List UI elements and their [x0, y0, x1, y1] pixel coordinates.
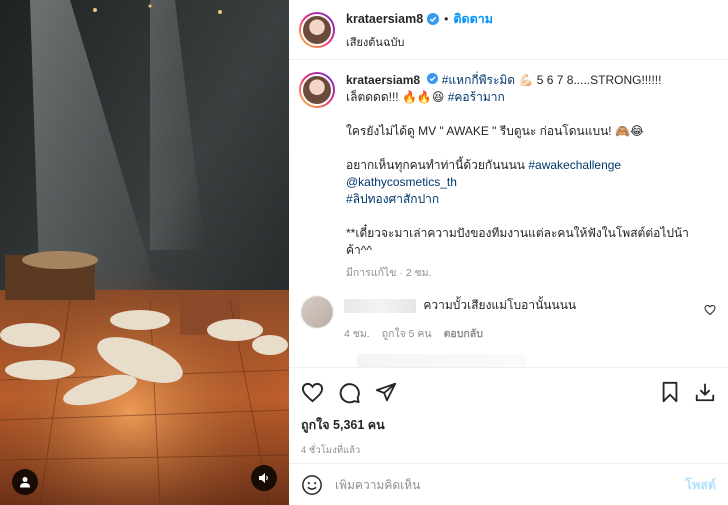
reply-button[interactable]: ตอบกลับ [444, 325, 483, 342]
caption-text: 5 6 7 8.....STRONG!!!!!! [536, 73, 662, 87]
caption-text: ใครยังไม่ได้ดู MV " AWAKE " รีบดูนะ ก่อน… [346, 124, 612, 138]
separator-dot: • [444, 11, 449, 26]
post-details-panel: krataersiam8 • ติดตาม เสียงต้นฉบับ krata… [289, 0, 728, 505]
original-audio-link[interactable]: เสียงต้นฉบับ [346, 33, 493, 51]
tagged-users-button[interactable] [12, 469, 38, 495]
comments-section[interactable]: krataersiam8 #แหกกี่พีระมิด 💪🏻 5 6 7 8..… [289, 60, 728, 367]
flexed-arm-emoji-icon: 💪🏻 [518, 73, 534, 87]
caption-meta: มีการแก้ไข · 2 ชม. [346, 267, 432, 279]
fire-emoji-icon: 🔥🔥😆 [401, 90, 445, 104]
speaker-icon [259, 473, 268, 483]
comment-time: 4 ชม. [344, 328, 370, 340]
avatar[interactable] [299, 11, 335, 48]
comment-username-blurred[interactable] [344, 298, 416, 313]
caption-text: เล็ตดดด!!! [346, 90, 399, 104]
share-paper-plane-icon[interactable] [375, 381, 397, 403]
verified-badge-icon [427, 73, 439, 84]
post-video[interactable] [0, 0, 289, 505]
caption: krataersiam8 #แหกกี่พีระมิด 💪🏻 5 6 7 8..… [299, 72, 716, 282]
caption-text: **เดี๋ยวจะมาเล่าความปังของทีมงานแต่ละคนใ… [346, 226, 689, 240]
person-icon [20, 477, 30, 488]
follow-button[interactable]: ติดตาม [453, 9, 493, 29]
caption-text: อยากเห็นทุกคนทำท่านี้ด้วยกันนนน [346, 158, 526, 172]
like-heart-icon[interactable] [301, 381, 324, 404]
post-timestamp[interactable]: 4 ชั่วโมงที่แล้ว [301, 443, 716, 458]
username-link[interactable]: krataersiam8 [346, 12, 423, 26]
verified-badge-icon [427, 12, 440, 25]
next-comment-partial [357, 354, 527, 367]
emoji-smiley-icon[interactable] [301, 474, 323, 496]
monkey-emoji-icon: 🙈😂 [614, 124, 644, 138]
comment-bubble-icon[interactable] [338, 381, 361, 404]
comment-avatar[interactable] [301, 296, 333, 328]
caption-avatar[interactable] [299, 72, 335, 108]
comment-item: ความบั้วเสียงแม่โบอานั้นนนน 4 ชม. ถูกใจ … [299, 296, 716, 342]
mention-link[interactable]: @kathycosmetics_th [346, 174, 716, 191]
caption-text: ค้า^^ [346, 243, 373, 257]
post-header: krataersiam8 • ติดตาม เสียงต้นฉบับ [289, 0, 728, 60]
caption-username[interactable]: krataersiam8 [346, 73, 420, 87]
audio-toggle-button[interactable] [251, 465, 277, 491]
post-viewer: krataersiam8 • ติดตาม เสียงต้นฉบับ krata… [0, 0, 728, 505]
comment-input[interactable] [335, 477, 686, 492]
save-bookmark-icon[interactable] [660, 381, 680, 403]
hashtag-link[interactable]: #ลิปทองศาสักปาก [346, 191, 716, 208]
comment-composer: โพสต์ [289, 463, 728, 505]
download-icon[interactable] [694, 381, 716, 403]
actions-bar: ถูกใจ 5,361 คน 4 ชั่วโมงที่แล้ว โพสต์ [289, 367, 728, 505]
hashtag-link[interactable]: #คอร้ามาก [448, 90, 505, 104]
post-comment-button[interactable]: โพสต์ [685, 475, 716, 495]
hashtag-link[interactable]: #แหกกี่พีระมิด [442, 73, 515, 87]
comment-text: ความบั้วเสียงแม่โบอานั้นนนน [423, 298, 577, 312]
likes-count[interactable]: ถูกใจ 5,361 คน [301, 415, 716, 435]
comment-like-heart-icon[interactable] [704, 304, 716, 319]
hashtag-link[interactable]: #awakechallenge [528, 158, 621, 172]
comment-likes[interactable]: ถูกใจ 5 คน [382, 325, 432, 342]
video-frame [0, 0, 289, 505]
